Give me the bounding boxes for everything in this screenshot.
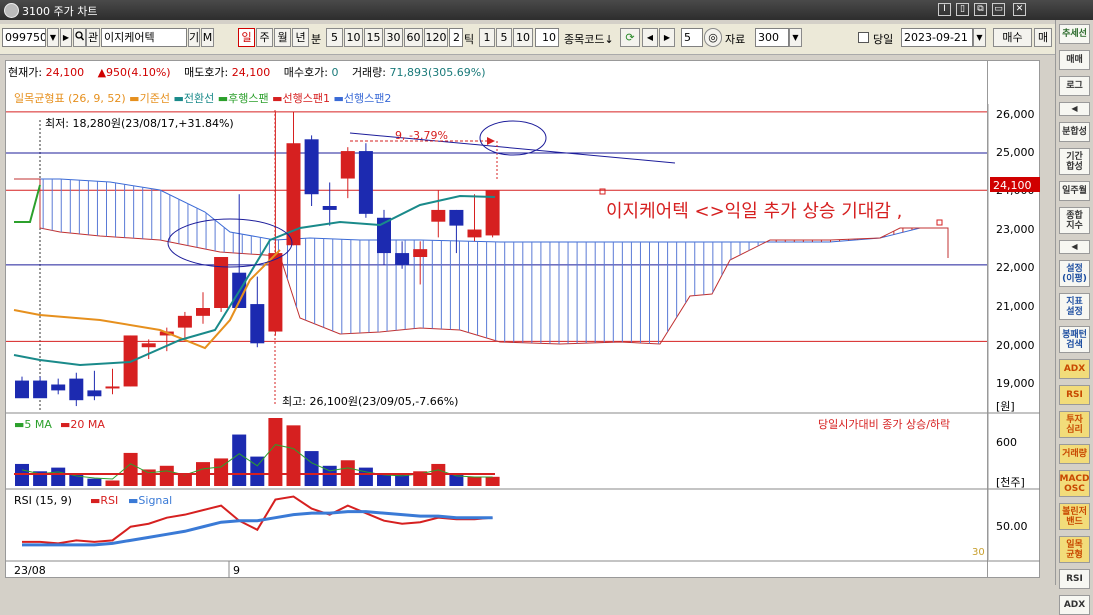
ichimoku-title: 일목균형표 (26, 9, 52)	[14, 92, 126, 105]
minute-15-button[interactable]: 15	[364, 28, 383, 47]
sidebar-button[interactable]: ADX	[1059, 595, 1090, 615]
current-price-label: 현재가:	[8, 66, 43, 79]
legend-span1: 선행스팬1	[282, 92, 331, 105]
legend-swatch: ▬	[333, 92, 344, 105]
refresh-icon[interactable]: ⟳	[620, 28, 640, 47]
next-icon[interactable]: ▶	[659, 28, 675, 47]
maximize-icon[interactable]: ▭	[992, 3, 1005, 16]
sidebar-button[interactable]: 봉패턴 검색	[1059, 326, 1090, 353]
legend-swatch: ▬	[173, 92, 184, 105]
sidebar-button[interactable]: 일주월	[1059, 181, 1090, 201]
chart-area[interactable]	[5, 60, 988, 578]
price-info-bar: 현재가: 24,100 ▲950(4.10%) 매도호가: 24,100 매수호…	[8, 64, 486, 80]
step-input[interactable]: 5	[681, 28, 703, 47]
ask-value: 24,100	[231, 66, 271, 79]
code-label[interactable]: 종목코드↓	[564, 31, 614, 47]
period-month-button[interactable]: 월	[274, 28, 291, 47]
minute-10-button[interactable]: 10	[344, 28, 363, 47]
data-icon[interactable]: ◎	[704, 28, 722, 47]
volume-value: 71,893(305.69%)	[389, 66, 486, 79]
price-axis-panel	[988, 60, 1040, 578]
sidebar-button[interactable]: 추세선	[1059, 24, 1090, 44]
current-price-value: 24,100	[45, 66, 85, 79]
data-count-select[interactable]: 300	[755, 28, 789, 47]
title-bar: 3100 주가 차트 I ▯ ⧉ ▭ ✕	[0, 0, 1093, 20]
period-year-button[interactable]: 년	[292, 28, 309, 47]
ichimoku-legend[interactable]: 일목균형표 (26, 9, 52) ▬기준선 ▬전환선 ▬후행스팬 ▬선행스팬1…	[14, 90, 391, 106]
prev-icon[interactable]: ◀	[642, 28, 658, 47]
ask-label: 매도호가:	[184, 66, 229, 79]
sidebar-button[interactable]: 일목 균형	[1059, 536, 1090, 563]
sidebar-button[interactable]: MACD OSC	[1059, 470, 1090, 497]
bid-label: 매수호가:	[283, 66, 328, 79]
sidebar-button[interactable]: 분합성	[1059, 122, 1090, 142]
right-sidebar: 추세선매매로그 ◀ 분합성기간 합성일주월종합 지수 ◀ 설정 (이평) 지표 설정봉패턴…	[1055, 20, 1093, 615]
minute-60-button[interactable]: 60	[404, 28, 423, 47]
pin-icon[interactable]: ▯	[956, 3, 969, 16]
price-change: ▲950(4.10%)	[97, 66, 171, 79]
code-dropdown-icon[interactable]: ▼	[47, 28, 59, 47]
tick-label: 틱	[464, 33, 475, 46]
date-dropdown-icon[interactable]: ▼	[973, 28, 986, 47]
magnifier-icon	[75, 31, 85, 41]
sidebar-button[interactable]: 로그	[1059, 76, 1090, 96]
minute-120-button[interactable]: 120	[424, 28, 448, 47]
tick-5-button[interactable]: 5	[496, 28, 512, 47]
tick-10-button[interactable]: 10	[513, 28, 533, 47]
sidebar-button[interactable]: 종합 지수	[1059, 207, 1090, 234]
sidebar-button[interactable]: ◀	[1059, 102, 1090, 116]
sidebar-button[interactable]: 지표 설정	[1059, 293, 1090, 320]
dangil-checkbox[interactable]	[858, 32, 869, 43]
legend-swatch: ▬	[129, 92, 140, 105]
m-button[interactable]: M	[201, 28, 214, 47]
sidebar-button[interactable]: 볼린저 밴드	[1059, 503, 1090, 530]
dangil-label: 당일	[873, 33, 894, 46]
sidebar-button[interactable]: 매매	[1059, 50, 1090, 70]
legend-tenkan: 전환선	[183, 92, 215, 105]
toolbar: 099750 ▼ ▶ 관 이지케어텍 기 M 일 주 월 년 분 5 10 15…	[0, 24, 1055, 55]
extra-input[interactable]: 10	[535, 28, 559, 47]
sidebar-button[interactable]: ◀	[1059, 240, 1090, 254]
stock-name-field[interactable]: 이지케어텍	[101, 28, 187, 47]
tick-input[interactable]: 2	[449, 28, 463, 47]
restore-icon[interactable]: ⧉	[974, 3, 987, 16]
period-week-button[interactable]: 주	[256, 28, 273, 47]
gi-button[interactable]: 기	[188, 28, 200, 47]
legend-chikou: 후행스팬	[228, 92, 269, 105]
legend-swatch: ▬	[217, 92, 229, 105]
sidebar-button[interactable]: 기간 합성	[1059, 148, 1090, 175]
minute-30-button[interactable]: 30	[384, 28, 403, 47]
sell-button[interactable]: 매	[1034, 28, 1052, 47]
sidebar-button[interactable]: 거래량	[1059, 444, 1090, 464]
app-icon	[4, 3, 19, 18]
buy-button[interactable]: 매수	[993, 28, 1032, 47]
data-label: 자료	[725, 33, 746, 46]
search-icon[interactable]	[73, 28, 86, 47]
sidebar-button[interactable]: 설정 (이평)	[1059, 260, 1090, 287]
legend-kijun: 기준선	[139, 92, 170, 105]
period-day-button[interactable]: 일	[238, 28, 255, 47]
close-icon[interactable]: ✕	[1013, 3, 1026, 16]
tick-1-button[interactable]: 1	[479, 28, 495, 47]
volume-label: 거래량:	[351, 66, 387, 79]
next-stock-button[interactable]: ▶	[60, 28, 72, 47]
data-count-dropdown-icon[interactable]: ▼	[789, 28, 802, 47]
info-icon[interactable]: I	[938, 3, 951, 16]
minute-label: 분	[311, 33, 322, 46]
window-title: 3100 주가 차트	[22, 5, 98, 18]
date-field[interactable]: 2023-09-21	[901, 28, 973, 47]
minute-5-button[interactable]: 5	[326, 28, 343, 47]
sidebar-button[interactable]: 투자 심리	[1059, 411, 1090, 438]
sidebar-button[interactable]: RSI	[1059, 569, 1090, 589]
stock-code-input[interactable]: 099750	[2, 28, 46, 47]
legend-span2: 선행스팬2	[343, 92, 392, 105]
bid-value: 0	[331, 66, 339, 79]
sidebar-button[interactable]: RSI	[1059, 385, 1090, 405]
legend-swatch: ▬	[272, 92, 283, 105]
sidebar-button[interactable]: ADX	[1059, 359, 1090, 379]
interest-button[interactable]: 관	[86, 28, 100, 47]
